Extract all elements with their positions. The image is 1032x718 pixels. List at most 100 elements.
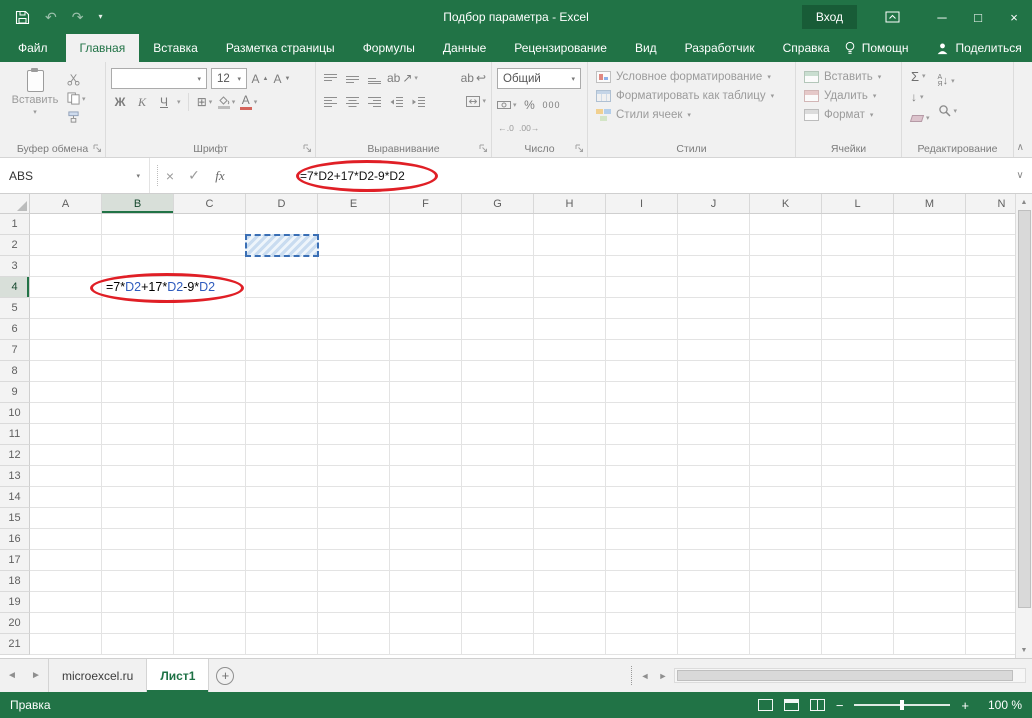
cell-A18[interactable] xyxy=(30,571,102,592)
cell-I20[interactable] xyxy=(606,613,678,634)
cell-A13[interactable] xyxy=(30,466,102,487)
cell-K4[interactable] xyxy=(750,277,822,298)
cell-G14[interactable] xyxy=(462,487,534,508)
cell-M17[interactable] xyxy=(894,550,966,571)
cell-H1[interactable] xyxy=(534,214,606,235)
tab-Разметка страницы[interactable]: Разметка страницы xyxy=(212,34,349,62)
redo-icon[interactable]: ↷ xyxy=(72,10,84,24)
cell-E19[interactable] xyxy=(318,592,390,613)
cell-L18[interactable] xyxy=(822,571,894,592)
cell-I12[interactable] xyxy=(606,445,678,466)
tab-Данные[interactable]: Данные xyxy=(429,34,500,62)
cell-A4[interactable] xyxy=(30,277,102,298)
cell-K6[interactable] xyxy=(750,319,822,340)
tab-file[interactable]: Файл xyxy=(0,34,66,62)
cell-F17[interactable] xyxy=(390,550,462,571)
cell-C20[interactable] xyxy=(174,613,246,634)
cell-H5[interactable] xyxy=(534,298,606,319)
cell-G10[interactable] xyxy=(462,403,534,424)
cell-A11[interactable] xyxy=(30,424,102,445)
fill-color-icon[interactable]: ▾ xyxy=(218,92,236,112)
format-cells-button[interactable]: Формат ▾ xyxy=(799,105,898,124)
cell-M5[interactable] xyxy=(894,298,966,319)
row-header-18[interactable]: 18 xyxy=(0,571,30,592)
borders-icon[interactable]: ⊞▾ xyxy=(196,92,214,112)
cell-C15[interactable] xyxy=(174,508,246,529)
cell-A14[interactable] xyxy=(30,487,102,508)
cell-B9[interactable] xyxy=(102,382,174,403)
sheet-nav-right-icon[interactable]: ► xyxy=(24,659,48,692)
cell-G9[interactable] xyxy=(462,382,534,403)
row-header-19[interactable]: 19 xyxy=(0,592,30,613)
row-header-1[interactable]: 1 xyxy=(0,214,30,235)
cell-H18[interactable] xyxy=(534,571,606,592)
cell-D1[interactable] xyxy=(246,214,318,235)
align-right-icon[interactable] xyxy=(365,91,383,111)
cell-C8[interactable] xyxy=(174,361,246,382)
increase-decimal-icon[interactable]: ←.0 xyxy=(497,118,515,138)
column-header-I[interactable]: I xyxy=(606,194,678,213)
cell-G18[interactable] xyxy=(462,571,534,592)
wrap-text-icon[interactable]: ab↩ xyxy=(461,68,486,88)
cell-C11[interactable] xyxy=(174,424,246,445)
undo-icon[interactable]: ↶ xyxy=(45,10,57,24)
cancel-entry-icon[interactable]: × xyxy=(158,158,182,193)
cell-F5[interactable] xyxy=(390,298,462,319)
cell-M1[interactable] xyxy=(894,214,966,235)
increase-font-size-icon[interactable]: А▲ xyxy=(251,69,269,89)
font-color-icon[interactable]: А ▾ xyxy=(240,92,258,112)
cell-G1[interactable] xyxy=(462,214,534,235)
column-header-F[interactable]: F xyxy=(390,194,462,213)
cell-A9[interactable] xyxy=(30,382,102,403)
cell-H14[interactable] xyxy=(534,487,606,508)
cell-B1[interactable] xyxy=(102,214,174,235)
tab-scroll-splitter[interactable] xyxy=(626,666,632,684)
row-header-15[interactable]: 15 xyxy=(0,508,30,529)
decrease-decimal-icon[interactable]: .00→ xyxy=(519,118,539,138)
cell-D16[interactable] xyxy=(246,529,318,550)
cell-M21[interactable] xyxy=(894,634,966,655)
cell-I5[interactable] xyxy=(606,298,678,319)
cell-A5[interactable] xyxy=(30,298,102,319)
cell-B17[interactable] xyxy=(102,550,174,571)
cell-C2[interactable] xyxy=(174,235,246,256)
cell-D5[interactable] xyxy=(246,298,318,319)
cell-M2[interactable] xyxy=(894,235,966,256)
cell-B12[interactable] xyxy=(102,445,174,466)
cell-H2[interactable] xyxy=(534,235,606,256)
cell-J2[interactable] xyxy=(678,235,750,256)
cell-L15[interactable] xyxy=(822,508,894,529)
column-header-B[interactable]: B xyxy=(102,194,174,213)
ribbon-display-options-icon[interactable] xyxy=(885,10,900,24)
cell-D3[interactable] xyxy=(246,256,318,277)
cell-H13[interactable] xyxy=(534,466,606,487)
cell-F19[interactable] xyxy=(390,592,462,613)
cell-D20[interactable] xyxy=(246,613,318,634)
cell-D4[interactable] xyxy=(246,277,318,298)
cell-G5[interactable] xyxy=(462,298,534,319)
conditional-formatting-button[interactable]: Условное форматирование ▾ xyxy=(591,67,792,86)
row-header-11[interactable]: 11 xyxy=(0,424,30,445)
cell-D9[interactable] xyxy=(246,382,318,403)
align-left-icon[interactable] xyxy=(321,91,339,111)
hscroll-right-icon[interactable]: ► xyxy=(654,659,672,692)
cell-L16[interactable] xyxy=(822,529,894,550)
cell-L6[interactable] xyxy=(822,319,894,340)
cell-G15[interactable] xyxy=(462,508,534,529)
sheet-tab-Лист1[interactable]: Лист1 xyxy=(147,659,209,692)
cell-M8[interactable] xyxy=(894,361,966,382)
underline-button[interactable]: Ч xyxy=(155,92,173,112)
cell-D14[interactable] xyxy=(246,487,318,508)
formula-bar-splitter[interactable] xyxy=(150,165,158,186)
cell-E3[interactable] xyxy=(318,256,390,277)
cell-A6[interactable] xyxy=(30,319,102,340)
format-as-table-button[interactable]: Форматировать как таблицу ▾ xyxy=(591,86,792,105)
cell-M16[interactable] xyxy=(894,529,966,550)
close-button[interactable]: × xyxy=(996,0,1032,34)
cell-J14[interactable] xyxy=(678,487,750,508)
cell-H15[interactable] xyxy=(534,508,606,529)
cell-K19[interactable] xyxy=(750,592,822,613)
clipboard-dialog-launcher[interactable] xyxy=(93,144,102,153)
row-header-21[interactable]: 21 xyxy=(0,634,30,655)
cell-H3[interactable] xyxy=(534,256,606,277)
